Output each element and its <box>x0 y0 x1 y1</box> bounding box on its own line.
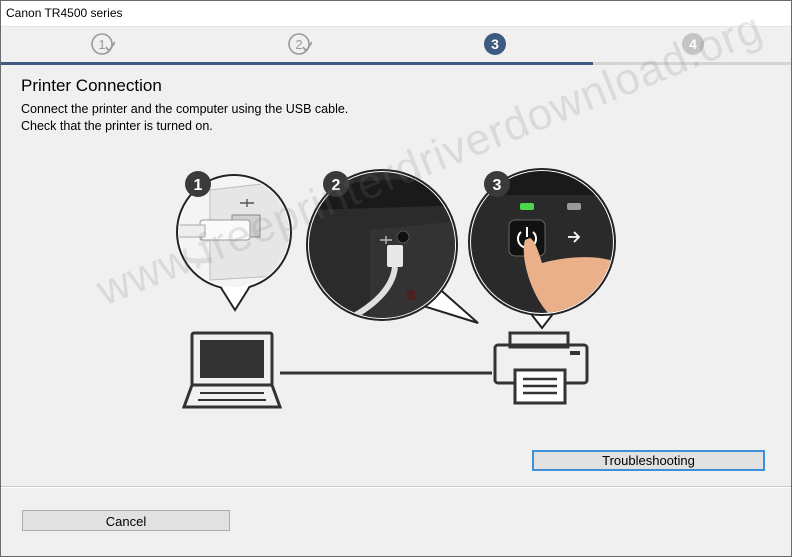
progress-bar-complete <box>1 62 593 65</box>
instruction-line-1: Connect the printer and the computer usi… <box>21 102 349 116</box>
progress-bar-remaining <box>593 62 791 65</box>
window-title: Canon TR4500 series <box>6 6 123 20</box>
callout-bubble-3: 3 <box>468 168 616 330</box>
step-done-icon: 1 <box>91 33 115 55</box>
step-done-icon: 2 <box>288 33 312 55</box>
step-2-label: 2 <box>295 37 302 52</box>
callout-bubble-1: 1 <box>176 171 292 312</box>
step-1-done: 1 <box>91 32 115 56</box>
troubleshooting-button[interactable]: Troubleshooting <box>532 450 765 471</box>
step-4-label: 4 <box>689 36 697 52</box>
step-1-label: 1 <box>98 37 105 52</box>
step-3-current: 3 <box>483 32 507 56</box>
step-upcoming-icon: 4 <box>682 33 704 55</box>
usb-connection-illustration: 1 2 3 <box>176 168 616 409</box>
cancel-button[interactable]: Cancel <box>22 510 230 531</box>
callout-number-2: 2 <box>332 177 341 194</box>
step-4-upcoming: 4 <box>681 32 705 56</box>
instructions: Connect the printer and the computer usi… <box>21 101 348 135</box>
callout-bubble-2: 2 <box>306 169 479 324</box>
page-title: Printer Connection <box>21 76 162 95</box>
printer-icon <box>493 331 589 405</box>
step-3-label: 3 <box>491 36 499 52</box>
step-2-done: 2 <box>288 32 312 56</box>
callout-number-1: 1 <box>194 177 203 194</box>
footer-divider-highlight <box>1 487 791 488</box>
instruction-line-2: Check that the printer is turned on. <box>21 119 213 133</box>
step-indicator: 1 2 3 4 <box>1 27 791 65</box>
step-current-icon: 3 <box>484 33 506 55</box>
title-bar: Canon TR4500 series <box>0 0 792 27</box>
callout-number-3: 3 <box>493 177 502 194</box>
laptop-icon <box>181 331 283 409</box>
